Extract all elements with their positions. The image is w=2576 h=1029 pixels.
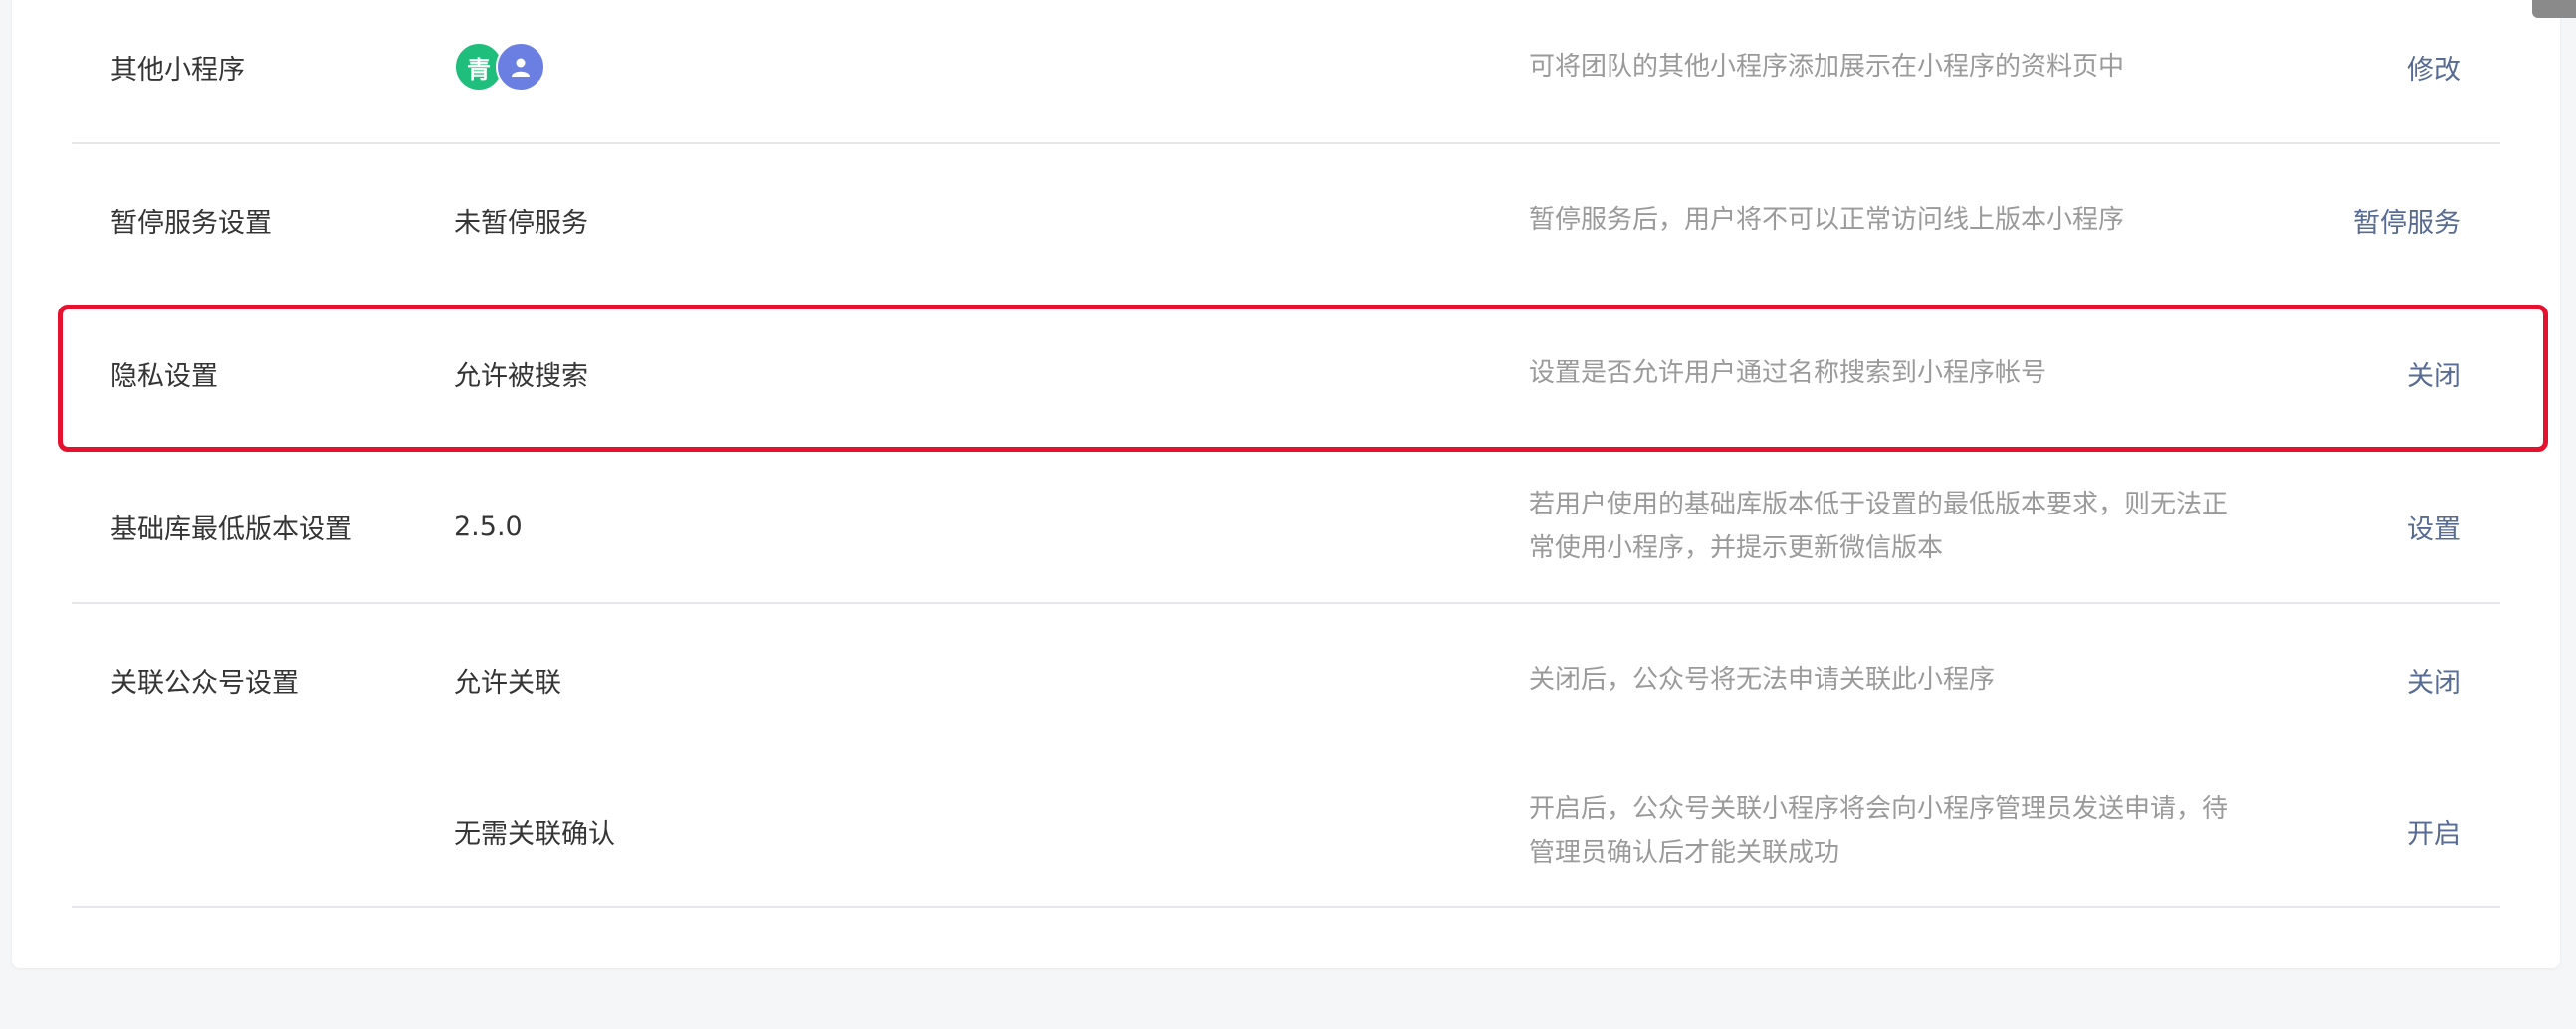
row-label: 关联公众号设置: [110, 667, 299, 699]
divider: [72, 906, 2500, 908]
mini-program-avatars: 青: [454, 42, 545, 92]
row-value: 允许关联: [454, 667, 561, 699]
enable-confirmation-link[interactable]: 开启: [2407, 756, 2461, 906]
settings-row-pause-service: 暂停服务设置 未暂停服务 暂停服务后，用户将不可以正常访问线上版本小程序 暂停服…: [0, 145, 2576, 295]
set-version-link[interactable]: 设置: [2407, 452, 2461, 601]
close-link-account-link[interactable]: 关闭: [2407, 605, 2461, 754]
row-label: 暂停服务设置: [110, 207, 272, 239]
close-search-link[interactable]: 关闭: [2407, 299, 2461, 448]
divider: [72, 142, 2500, 144]
user-icon: [512, 58, 530, 77]
row-value: 2.5.0: [454, 511, 523, 542]
row-description: 开启后，公众号关联小程序将会向小程序管理员发送申请，待管理员确认后才能关联成功: [1529, 794, 2229, 868]
row-description: 暂停服务后，用户将不可以正常访问线上版本小程序: [1529, 205, 2125, 235]
settings-row-min-library-version: 基础库最低版本设置 2.5.0 若用户使用的基础库版本低于设置的最低版本要求，则…: [0, 452, 2576, 601]
row-description: 关闭后，公众号将无法申请关联此小程序: [1529, 665, 1996, 695]
row-description: 可将团队的其他小程序添加展示在小程序的资料页中: [1529, 52, 2125, 82]
settings-row-privacy: 隐私设置 允许被搜索 设置是否允许用户通过名称搜索到小程序帐号 关闭: [0, 299, 2576, 448]
user-app-icon[interactable]: [496, 42, 545, 92]
modify-link[interactable]: 修改: [2407, 0, 2461, 141]
settings-row-link-official-account: 关联公众号设置 允许关联 关闭后，公众号将无法申请关联此小程序 关闭: [0, 605, 2576, 754]
row-value: 允许被搜索: [454, 360, 588, 392]
settings-row-other-mini-programs: 其他小程序 青 可将团队的其他小程序添加展示在小程序的资料页中 修改: [0, 0, 2576, 141]
row-value: 未暂停服务: [454, 207, 588, 239]
row-value: 青: [454, 0, 545, 141]
row-label: 隐私设置: [110, 360, 218, 392]
settings-row-link-confirmation: 无需关联确认 开启后，公众号关联小程序将会向小程序管理员发送申请，待管理员确认后…: [0, 756, 2576, 906]
divider: [72, 602, 2500, 604]
row-value: 无需关联确认: [454, 818, 615, 850]
pause-service-link[interactable]: 暂停服务: [2353, 145, 2461, 295]
scroll-corner: [2532, 0, 2576, 18]
row-label: 基础库最低版本设置: [110, 514, 352, 545]
row-description: 设置是否允许用户通过名称搜索到小程序帐号: [1529, 358, 2047, 388]
row-description: 若用户使用的基础库版本低于设置的最低版本要求，则无法正常使用小程序，并提示更新微…: [1529, 490, 2229, 563]
row-label: 其他小程序: [110, 54, 245, 86]
